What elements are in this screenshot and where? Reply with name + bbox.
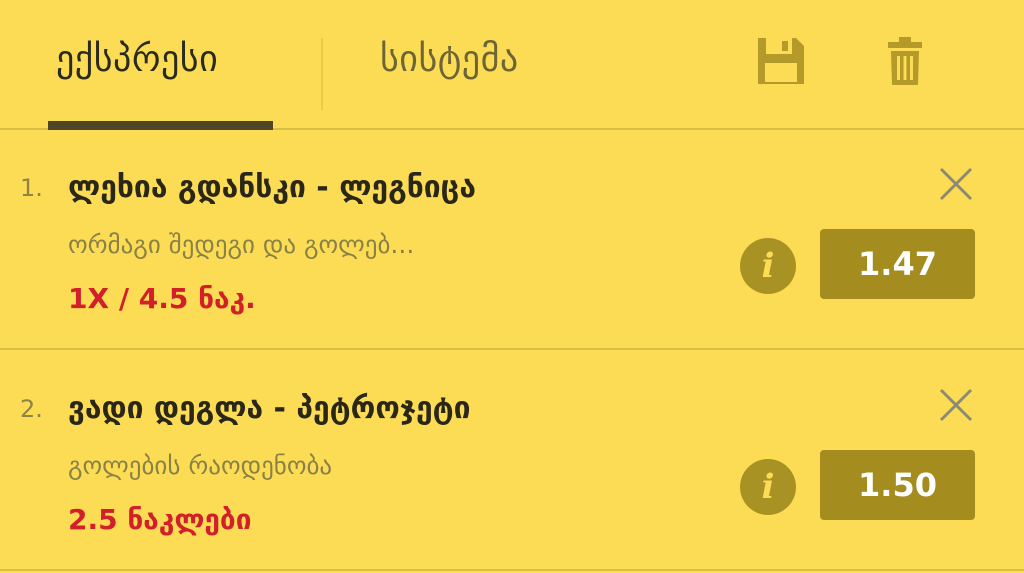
bet-market: გოლების რაოდენობა xyxy=(68,451,333,480)
tab-divider xyxy=(321,38,323,110)
betslip-header: ექსპრესი სისტემა xyxy=(0,0,1024,130)
bet-selection: 1X / 4.5 ნაკ. xyxy=(68,282,256,315)
info-icon[interactable]: i xyxy=(740,459,796,515)
odds-button[interactable]: 1.50 xyxy=(820,450,975,520)
tab-system[interactable]: სისტემა xyxy=(380,38,519,82)
bet-index: 2. xyxy=(20,395,43,423)
active-tab-indicator xyxy=(48,121,273,130)
tab-express[interactable]: ექსპრესი xyxy=(56,38,218,82)
close-icon[interactable] xyxy=(938,387,974,423)
bet-item: 2. ვადი დეგლა - პეტროჯეტი გოლების რაოდენ… xyxy=(0,351,1024,571)
bet-match-title: ვადი დეგლა - პეტროჯეტი xyxy=(68,391,471,426)
close-icon[interactable] xyxy=(938,166,974,202)
save-icon[interactable] xyxy=(756,36,806,86)
bet-market: ორმაგი შედეგი და გოლებ... xyxy=(68,230,415,259)
trash-icon[interactable] xyxy=(888,36,922,86)
odds-button[interactable]: 1.47 xyxy=(820,229,975,299)
bet-item: 1. ლეხია გდანსკი - ლეგნიცა ორმაგი შედეგი… xyxy=(0,130,1024,350)
info-icon[interactable]: i xyxy=(740,238,796,294)
bet-index: 1. xyxy=(20,174,43,202)
bet-match-title: ლეხია გდანსკი - ლეგნიცა xyxy=(68,170,476,205)
bet-selection: 2.5 ნაკლები xyxy=(68,503,252,536)
